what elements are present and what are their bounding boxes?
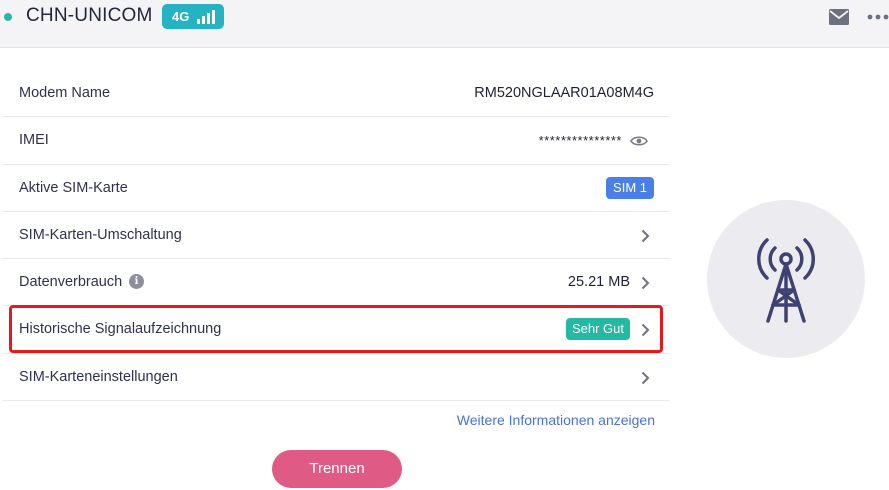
chevron-right-icon [641,324,650,337]
modem-name-value: RM520NGLAAR01A08M4G [474,85,654,101]
mail-icon[interactable] [829,9,849,25]
tower-illustration [707,200,865,358]
status-dot [4,13,12,21]
active-sim-row: Aktive SIM-Karte SIM 1 [2,165,670,212]
signal-history-label: Historische Signalaufzeichnung [19,321,222,338]
data-usage-value: 25.21 MB [567,274,630,291]
imei-row: IMEI *************** [2,117,670,165]
signal-bars-icon [197,10,215,24]
eye-icon[interactable] [630,135,648,147]
sim-settings-label: SIM-Karteneinstellungen [19,368,178,385]
imei-value: *************** [538,133,622,149]
data-usage-label: Datenverbrauch [19,274,123,291]
sim-switch-label: SIM-Karten-Umschaltung [19,226,182,243]
active-sim-label: Aktive SIM-Karte [19,179,128,196]
disconnect-button[interactable]: Trennen [272,450,402,488]
device-info-list: Modem Name RM520NGLAAR01A08M4G IMEI ****… [2,70,670,402]
imei-label: IMEI [19,132,49,149]
signal-quality-badge: Sehr Gut [565,318,630,341]
chevron-right-icon [641,276,650,290]
data-usage-row[interactable]: Datenverbrauch i 25.21 MB [2,259,670,307]
chevron-right-icon [641,229,650,243]
more-info-link[interactable]: Weitere Informationen anzeigen [457,412,655,428]
chevron-right-icon [641,371,650,384]
status-header: CHN-UNICOM 4G [0,0,889,48]
carrier-name: CHN-UNICOM [26,5,153,26]
network-type-label: 4G [172,9,190,24]
info-icon[interactable]: i [129,274,144,290]
network-type-badge: 4G [162,4,224,29]
signal-history-row[interactable]: Historische Signalaufzeichnung Sehr Gut [2,306,670,354]
sim-switch-row[interactable]: SIM-Karten-Umschaltung [2,212,670,260]
cell-tower-icon [757,238,815,323]
modem-name-row: Modem Name RM520NGLAAR01A08M4G [2,70,670,118]
more-icon[interactable] [867,14,889,20]
modem-name-label: Modem Name [19,85,111,101]
sim-badge: SIM 1 [606,176,654,199]
sim-settings-row[interactable]: SIM-Karteneinstellungen [2,354,670,402]
